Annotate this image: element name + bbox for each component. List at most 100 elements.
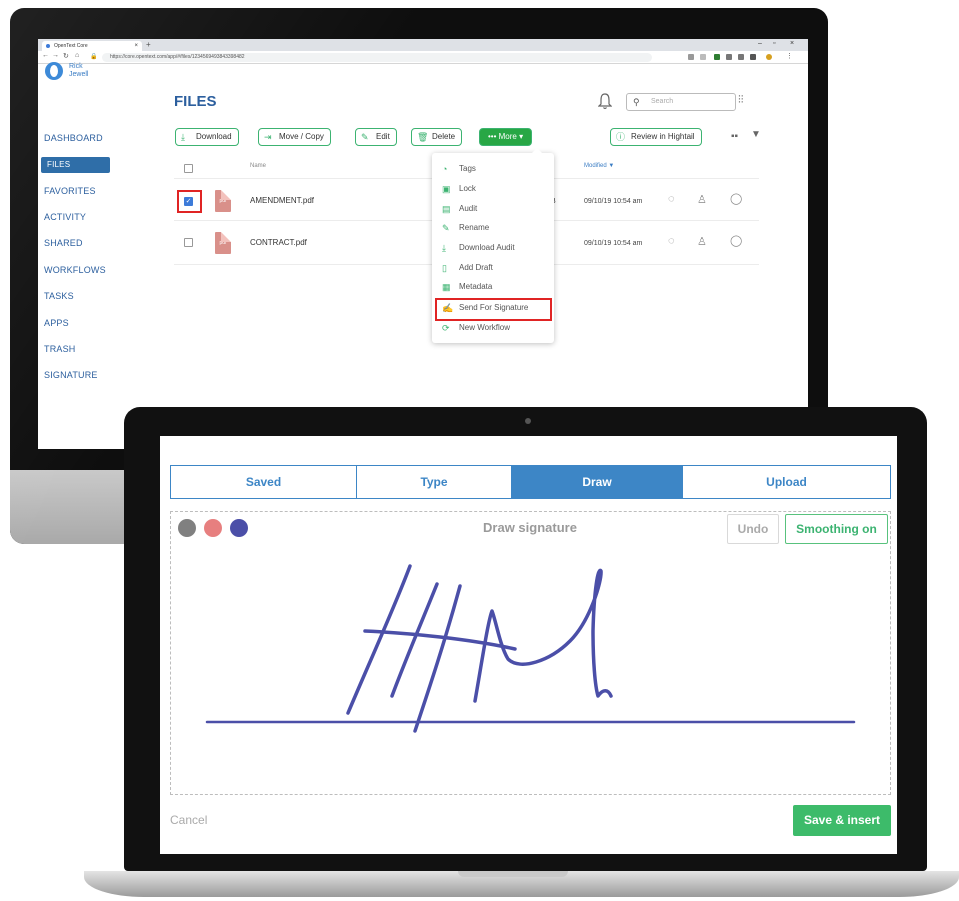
menu-item-label: Download Audit — [459, 243, 515, 252]
save-insert-button[interactable]: Save & insert — [793, 805, 891, 836]
browser-address-bar: ← → ↻ ⌂ 🔒 https://core.opentext.com/app/… — [38, 51, 808, 64]
menu-item-label: Tags — [459, 164, 476, 173]
browser-tab[interactable]: OpenText Core × — [42, 41, 142, 51]
filter-icon[interactable]: ▼ — [751, 129, 761, 140]
laptop-notch — [458, 871, 568, 877]
sidebar-item-dashboard[interactable]: DASHBOARD — [44, 133, 103, 143]
bell-icon[interactable] — [598, 92, 612, 110]
sliders-icon[interactable]: ⫶⫶ — [738, 94, 744, 107]
tab-upload[interactable]: Upload — [683, 466, 890, 498]
webcam-icon — [525, 418, 531, 424]
more-button[interactable]: ••• More ▾ — [479, 128, 533, 146]
sidebar-item-activity[interactable]: ACTIVITY — [44, 212, 86, 222]
sidebar-item-apps[interactable]: APPS — [44, 318, 69, 328]
review-in-hightail-button[interactable]: ⓘ Review in Hightail — [610, 128, 702, 146]
search-input[interactable]: ⚲ Search — [626, 93, 736, 111]
extension-icon[interactable] — [714, 54, 720, 60]
forward-icon[interactable]: → — [52, 52, 59, 59]
browser-menu-icon[interactable]: ⋮ — [786, 52, 793, 60]
sidebar-item-tasks[interactable]: TASKS — [44, 291, 74, 301]
sidebar-item-shared[interactable]: SHARED — [44, 238, 83, 248]
file-modified: 09/10/19 10:54 am — [584, 198, 643, 205]
star-icon[interactable] — [700, 54, 706, 60]
hightail-icon: ⓘ — [616, 132, 626, 142]
share-user-icon[interactable]: ♙ — [697, 193, 707, 206]
menu-item-add-draft[interactable]: ▯ Add Draft — [442, 261, 493, 275]
extension-icon[interactable] — [726, 54, 732, 60]
column-header-modified[interactable]: Modified ▼ — [584, 163, 614, 169]
close-tab-icon[interactable]: × — [134, 41, 138, 51]
menu-item-audit[interactable]: ▤ Audit — [442, 202, 477, 216]
page-title: FILES — [174, 93, 217, 110]
download-icon: ⤓ — [181, 132, 185, 142]
browser-tab-title: OpenText Core — [54, 43, 88, 49]
edit-button[interactable]: ✎ Edit — [355, 128, 397, 146]
menu-item-download-audit[interactable]: ⤓ Download Audit — [442, 241, 515, 255]
tag-icon[interactable]: ◌ — [668, 193, 675, 205]
new-tab-icon[interactable]: + — [146, 40, 151, 49]
review-label: Review in Hightail — [631, 132, 695, 141]
delete-button[interactable]: 🗑 Delete — [411, 128, 463, 146]
reload-icon[interactable]: ↻ — [63, 52, 69, 60]
search-icon: ⚲ — [633, 97, 640, 107]
sidebar-item-signature[interactable]: SIGNATURE — [44, 370, 98, 380]
menu-item-label: New Workflow — [459, 323, 510, 332]
menu-item-label: Lock — [459, 184, 476, 193]
edit-label: Edit — [376, 132, 390, 141]
move-icon: ⇥ — [264, 132, 272, 142]
edit-icon: ✎ — [361, 132, 369, 142]
back-icon[interactable]: ← — [42, 52, 49, 59]
row-checkbox[interactable] — [184, 238, 193, 247]
download-button[interactable]: ⤓ Download — [175, 128, 239, 146]
avatar[interactable] — [45, 62, 63, 80]
download-label: Download — [196, 132, 232, 141]
maximize-icon[interactable]: ▫ — [773, 40, 775, 47]
file-name[interactable]: CONTRACT.pdf — [250, 238, 307, 247]
menu-item-label: Metadata — [459, 282, 493, 291]
file-name[interactable]: AMENDMENT.pdf — [250, 196, 314, 205]
grid-view-icon[interactable]: ▪▪ — [731, 131, 738, 142]
profile-icon[interactable] — [766, 54, 772, 60]
tag-icon: ◔ — [442, 164, 448, 174]
home-icon[interactable]: ⌂ — [75, 52, 79, 59]
url-field[interactable]: https://core.opentext.com/app/#/files/12… — [102, 53, 652, 62]
tab-saved[interactable]: Saved — [171, 466, 357, 498]
clipboard-icon: ▤ — [442, 204, 451, 214]
sidebar-item-workflows[interactable]: WORKFLOWS — [44, 265, 106, 275]
extension-icon[interactable] — [738, 54, 744, 60]
pdf-file-icon: pdf — [215, 232, 231, 254]
pencil-icon: ✎ — [442, 223, 450, 233]
minimize-icon[interactable]: – — [758, 40, 762, 47]
close-window-icon[interactable]: × — [790, 40, 794, 47]
drawn-signature — [205, 564, 856, 733]
signature-tabs: Saved Type Draw Upload — [170, 465, 891, 499]
menu-item-metadata[interactable]: ▦ Metadata — [442, 280, 492, 294]
share-user-icon[interactable]: ♙ — [697, 235, 707, 248]
tag-icon[interactable]: ◌ — [668, 235, 675, 247]
tab-type[interactable]: Type — [357, 466, 512, 498]
sidebar-item-trash[interactable]: TRASH — [44, 344, 76, 354]
highlight-box — [435, 298, 552, 321]
comment-icon[interactable]: ◯ — [730, 192, 742, 205]
user-name[interactable]: Rick Jewell — [69, 63, 99, 79]
sidebar-item-favorites[interactable]: FAVORITES — [44, 186, 96, 196]
select-all-checkbox[interactable] — [184, 164, 193, 173]
comment-icon[interactable]: ◯ — [730, 234, 742, 247]
row-checkbox[interactable]: ✓ — [184, 197, 193, 206]
metadata-icon: ▦ — [442, 282, 451, 292]
lock-icon: ▣ — [442, 184, 451, 194]
menu-item-tags[interactable]: ◔ Tags — [442, 162, 476, 176]
key-icon[interactable] — [688, 54, 694, 60]
menu-item-label: Rename — [459, 223, 490, 232]
cancel-button[interactable]: Cancel — [170, 813, 207, 827]
move-copy-button[interactable]: ⇥ Move / Copy — [258, 128, 331, 146]
column-header-name[interactable]: Name — [250, 163, 266, 169]
menu-item-new-workflow[interactable]: ⟳ New Workflow — [442, 321, 510, 335]
sidebar-item-files[interactable]: FILES — [41, 157, 111, 173]
menu-item-lock[interactable]: ▣ Lock — [442, 182, 476, 196]
lock-icon: 🔒 — [90, 54, 98, 60]
extension-icon[interactable] — [750, 54, 756, 60]
menu-item-rename[interactable]: ✎ Rename — [442, 221, 489, 235]
tab-draw[interactable]: Draw — [512, 466, 683, 498]
file-modified: 09/10/19 10:54 am — [584, 240, 643, 247]
